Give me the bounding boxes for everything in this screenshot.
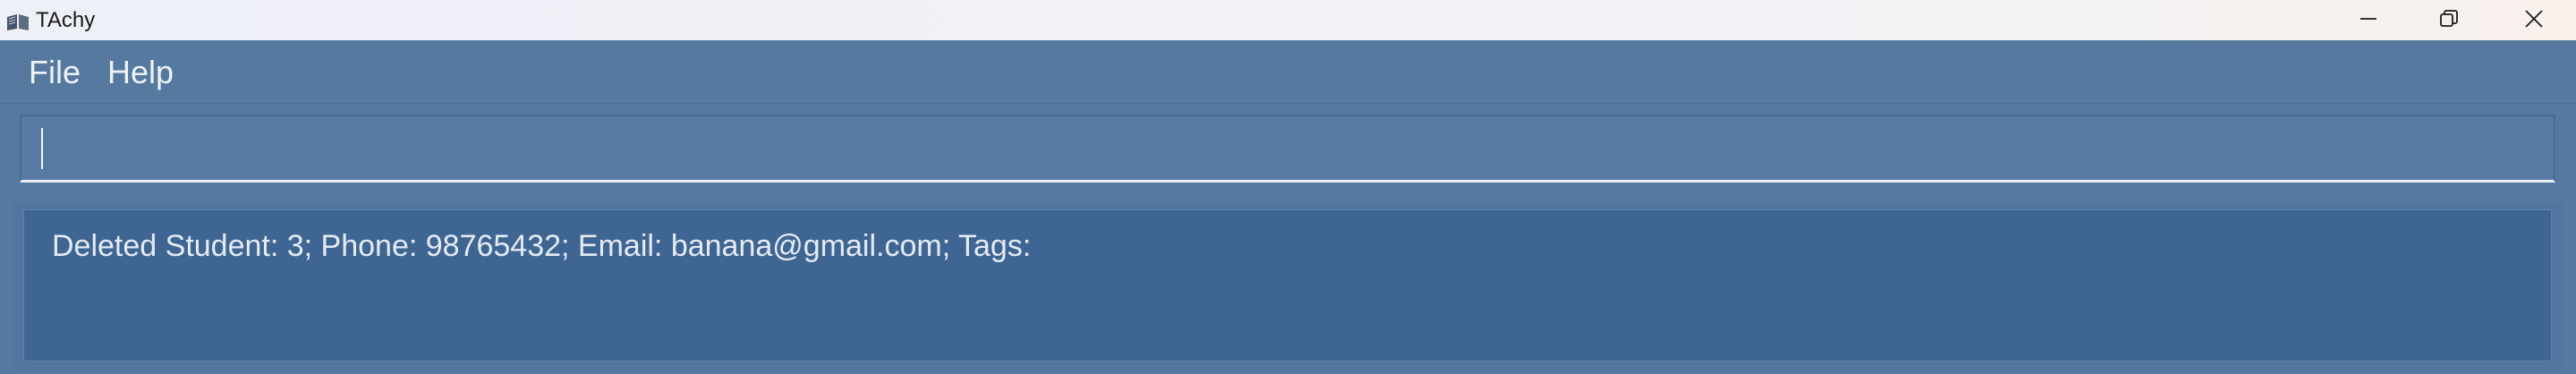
minimize-icon (2358, 8, 2379, 33)
text-caret (41, 128, 43, 169)
result-message: Deleted Student: 3; Phone: 98765432; Ema… (52, 229, 1032, 263)
restore-button[interactable] (2409, 0, 2489, 40)
window-title: TAchy (36, 8, 96, 32)
command-input[interactable] (45, 123, 2545, 175)
restore-icon (2438, 8, 2460, 33)
close-button[interactable] (2494, 0, 2574, 40)
result-display[interactable]: Deleted Student: 3; Phone: 98765432; Ema… (23, 209, 2552, 361)
app-window: TAchy File Help Deleted Student: 3; Phon… (0, 0, 2576, 374)
close-icon (2523, 8, 2545, 33)
result-panel: Deleted Student: 3; Phone: 98765432; Ema… (13, 202, 2563, 370)
menu-file[interactable]: File (29, 55, 81, 90)
minimize-button[interactable] (2328, 0, 2409, 40)
command-box[interactable] (20, 115, 2555, 183)
book-icon (5, 12, 30, 31)
menu-help[interactable]: Help (107, 55, 174, 90)
menu-bar: File Help (0, 40, 2576, 104)
title-bar[interactable]: TAchy (0, 0, 2576, 40)
